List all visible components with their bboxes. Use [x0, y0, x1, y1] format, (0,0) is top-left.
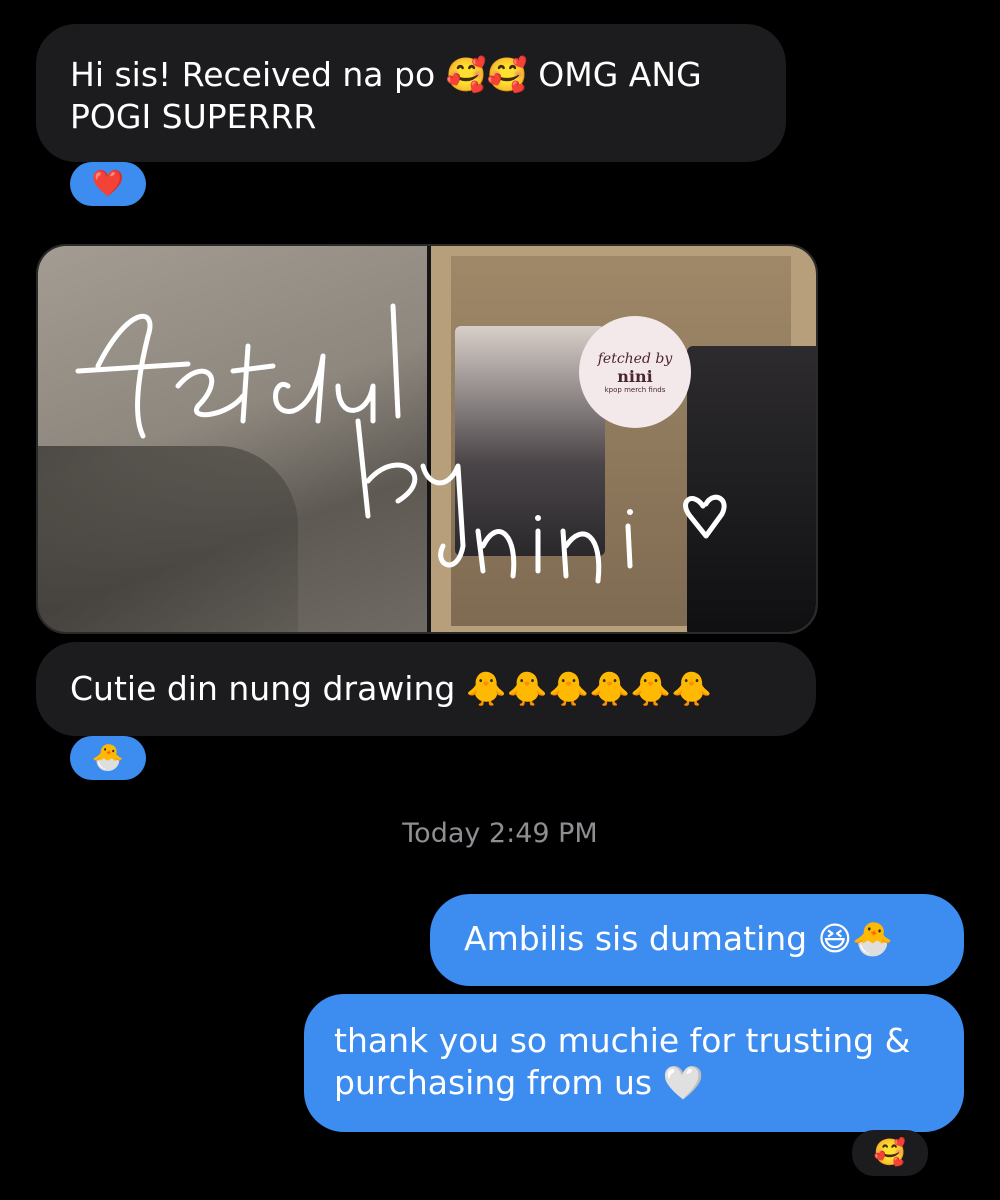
incoming-photo-pair[interactable]: fetched by nini kpop merch finds — [36, 244, 818, 634]
photocard-right — [687, 346, 816, 632]
message-text-line-1: thank you so muchie for trusting & — [334, 1021, 911, 1060]
outgoing-message-1[interactable]: Ambilis sis dumating 😆🐣 — [430, 894, 964, 986]
package-box: fetched by nini kpop merch finds — [451, 256, 816, 632]
photocards-photo[interactable]: fetched by nini kpop merch finds — [427, 246, 816, 632]
logo-tagline: kpop merch finds — [604, 385, 666, 394]
outgoing-message-2[interactable]: thank you so muchie for trusting & purch… — [304, 994, 964, 1132]
logo-script-text: fetched by — [597, 350, 673, 367]
message-text: Ambilis sis dumating 😆🐣 — [464, 919, 894, 958]
incoming-message-1[interactable]: Hi sis! Received na po 🥰🥰 OMG ANG POGI S… — [36, 24, 786, 162]
heart-icon: ❤️ — [91, 169, 125, 199]
message-text: Cutie din nung drawing 🐥🐥🐥🐥🐥🐥 — [70, 669, 713, 708]
message-text-line-2: purchasing from us 🤍 — [334, 1063, 704, 1102]
photo-shadow — [38, 446, 298, 632]
incoming-message-2[interactable]: Cutie din nung drawing 🐥🐥🐥🐥🐥🐥 — [36, 642, 816, 736]
timestamp-divider: Today 2:49 PM — [402, 818, 598, 849]
message-text-line-1: Hi sis! Received na po 🥰🥰 OMG ANG — [70, 55, 702, 94]
reaction-smiling-hearts-badge[interactable]: 🥰 — [852, 1130, 928, 1176]
message-text-line-2: POGI SUPERRR — [70, 97, 317, 136]
brand-logo: fetched by nini kpop merch finds — [579, 316, 691, 428]
reaction-hatching-chick-badge[interactable]: 🐣 — [70, 736, 146, 780]
reaction-heart-badge[interactable]: ❤️ — [70, 162, 146, 206]
smiling-face-hearts-icon: 🥰 — [873, 1138, 907, 1168]
package-note-photo[interactable] — [38, 246, 427, 632]
hatching-chick-icon: 🐣 — [91, 743, 125, 773]
logo-brand-text: nini — [617, 366, 653, 386]
